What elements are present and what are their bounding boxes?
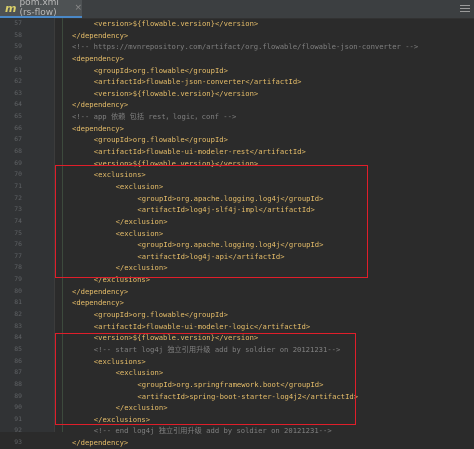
line-number: 74 [14,216,22,225]
code-line[interactable]: 59 <!-- https://mvnrepository.com/artifac… [0,41,474,53]
code-text: </dependency> [72,100,129,110]
code-line[interactable]: 82 <groupId>org.flowable</groupId> [0,309,474,321]
editor-tab-bar: m pom.xml (rs-flow) × [0,0,474,19]
code-comment: <!-- end log4j 独立引用升级 add by soldier on … [93,426,332,436]
line-number: 85 [14,344,22,353]
line-number: 91 [14,414,22,423]
code-text: <version>${flowable.version}</version> [93,19,259,28]
line-number: 83 [14,321,22,330]
code-text: <dependency> [72,123,124,133]
code-text: <version>${flowable.version}</version> [93,88,259,98]
code-line[interactable]: 65 <!-- app 依赖 包括 rest，logic，conf --> [0,111,474,123]
code-text: <groupId>org.flowable</groupId> [93,65,228,75]
code-line[interactable]: 60 <dependency> [0,53,474,65]
line-number: 61 [14,65,22,74]
line-number: 78 [14,263,22,272]
code-line[interactable]: 57 <version>${flowable.version}</version> [0,18,474,30]
code-line[interactable]: 68 <artifactId>flowable-ui-modeler-rest</… [0,146,474,158]
line-number: 58 [14,30,22,39]
line-number: 62 [14,77,22,86]
line-number: 64 [14,100,22,109]
tab-menu-icon[interactable] [460,3,470,13]
line-number: 79 [14,275,22,284]
line-number: 75 [14,228,22,237]
code-comment: <!-- https://mvnrepository.com/artifact/… [72,42,419,52]
highlight-box-exclusions-1 [55,165,368,278]
line-number: 70 [14,170,22,179]
code-line[interactable]: 63 <version>${flowable.version}</version> [0,88,474,100]
tab-title: pom.xml (rs-flow) [19,0,59,18]
line-number: 93 [14,438,22,447]
code-comment: <!-- app 依赖 包括 rest，logic，conf --> [72,112,237,122]
line-number: 71 [14,181,22,190]
code-text: <groupId>org.flowable</groupId> [93,310,228,320]
highlight-box-exclusions-2 [55,333,356,425]
line-number: 69 [14,158,22,167]
line-number: 68 [14,147,22,156]
line-number: 57 [14,19,22,27]
code-text: </dependency> [72,30,129,40]
code-line[interactable]: 66 <dependency> [0,123,474,135]
line-number: 80 [14,286,22,295]
line-number: 86 [14,356,22,365]
line-number: 67 [14,135,22,144]
code-text: </dependency> [72,438,129,448]
line-number: 92 [14,426,22,435]
line-number: 81 [14,298,22,307]
line-number: 88 [14,379,22,388]
code-text: <artifactId>flowable-ui-modeler-logic</a… [93,321,311,331]
line-number: 72 [14,193,22,202]
tab-pom-xml[interactable]: m pom.xml (rs-flow) × [0,0,82,18]
code-line[interactable]: 80 </dependency> [0,286,474,298]
maven-icon: m [5,1,17,15]
code-line[interactable]: 81 <dependency> [0,297,474,309]
code-line[interactable]: 83 <artifactId>flowable-ui-modeler-logic<… [0,321,474,333]
code-line[interactable]: 67 <groupId>org.flowable</groupId> [0,134,474,146]
close-icon[interactable]: × [74,3,82,13]
line-number: 87 [14,368,22,377]
code-line[interactable]: 62 <artifactId>flowable-json-converter</a… [0,76,474,88]
code-line[interactable]: 58 </dependency> [0,30,474,42]
code-text: <groupId>org.flowable</groupId> [93,135,228,145]
code-text: <dependency> [72,53,124,63]
code-line[interactable]: 61 <groupId>org.flowable</groupId> [0,65,474,77]
line-number: 90 [14,403,22,412]
code-text: <artifactId>flowable-ui-modeler-rest</ar… [93,147,306,157]
line-number: 77 [14,251,22,260]
code-text: </dependency> [72,286,129,296]
code-line[interactable]: 93 </dependency> [0,437,474,449]
line-number: 76 [14,240,22,249]
code-text: <dependency> [72,298,124,308]
line-number: 73 [14,205,22,214]
code-line[interactable]: 92 <!-- end log4j 独立引用升级 add by soldier o… [0,425,474,437]
line-number: 66 [14,123,22,132]
line-number: 89 [14,391,22,400]
code-line[interactable]: 64 </dependency> [0,99,474,111]
line-number: 59 [14,42,22,51]
line-number: 82 [14,310,22,319]
line-number: 84 [14,333,22,342]
code-text: <artifactId>flowable-json-converter</art… [93,77,302,87]
line-number: 60 [14,53,22,62]
line-number: 65 [14,112,22,121]
line-number: 63 [14,88,22,97]
